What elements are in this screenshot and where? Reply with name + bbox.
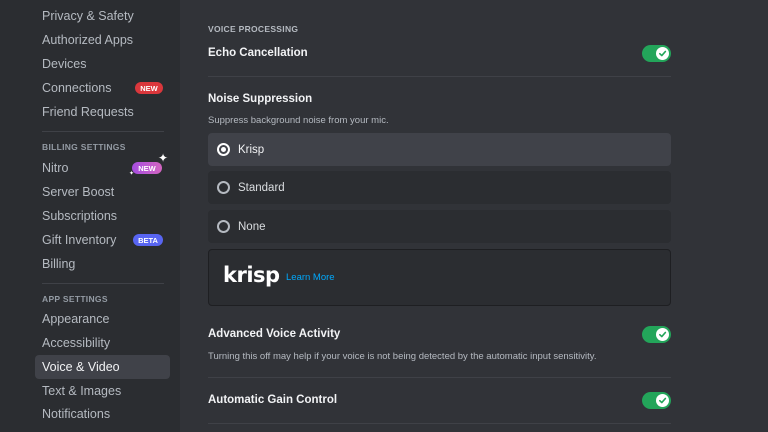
learn-more-link[interactable]: Learn More: [286, 272, 335, 283]
section-divider: [208, 423, 671, 424]
echo-cancellation-toggle[interactable]: [642, 45, 671, 62]
radio-unselected-icon: [217, 220, 230, 233]
check-icon: [656, 328, 669, 341]
radio-option-label: Standard: [238, 181, 285, 194]
sidebar-item-subscriptions[interactable]: Subscriptions: [35, 204, 170, 228]
radio-option-standard[interactable]: Standard: [208, 171, 671, 204]
section-divider: [208, 377, 671, 378]
section-divider: [208, 76, 671, 77]
voice-processing-header: VOICE PROCESSING: [208, 24, 299, 34]
settings-sidebar: Privacy & Safety Authorized Apps Devices…: [0, 0, 180, 432]
sidebar-item-devices[interactable]: Devices: [35, 52, 170, 76]
billing-settings-header: BILLING SETTINGS: [42, 142, 126, 152]
sidebar-item-authorized-apps[interactable]: Authorized Apps: [35, 28, 170, 52]
sidebar-item-voice-video[interactable]: Voice & Video: [35, 355, 170, 379]
sidebar-item-friend-requests[interactable]: Friend Requests: [35, 100, 170, 124]
radio-option-label: None: [238, 220, 266, 233]
automatic-gain-control-toggle[interactable]: [642, 392, 671, 409]
new-badge: NEW: [135, 82, 163, 94]
noise-suppression-description: Suppress background noise from your mic.: [208, 115, 389, 126]
krisp-logo: krisp: [223, 263, 280, 287]
sparkle-icon: ✦: [158, 151, 169, 165]
sparkle-icon: ✦: [129, 171, 135, 177]
krisp-info-box: krisp Learn More: [208, 249, 671, 306]
beta-badge: BETA: [133, 234, 163, 246]
check-icon: [656, 394, 669, 407]
radio-option-krisp[interactable]: Krisp: [208, 133, 671, 166]
sidebar-item-billing[interactable]: Billing: [35, 252, 170, 276]
echo-cancellation-label: Echo Cancellation: [208, 47, 308, 59]
sidebar-item-text-images[interactable]: Text & Images: [35, 379, 170, 403]
sidebar-divider: [42, 283, 164, 284]
automatic-gain-control-label: Automatic Gain Control: [208, 394, 338, 406]
radio-selected-icon: [217, 143, 230, 156]
app-settings-header: APP SETTINGS: [42, 294, 108, 304]
sidebar-item-appearance[interactable]: Appearance: [35, 307, 170, 331]
radio-option-none[interactable]: None: [208, 210, 671, 243]
sidebar-item-accessibility[interactable]: Accessibility: [35, 331, 170, 355]
radio-option-label: Krisp: [238, 143, 265, 156]
advanced-voice-activity-description: Turning this off may help if your voice …: [208, 351, 597, 362]
sidebar-divider: [42, 131, 164, 132]
radio-unselected-icon: [217, 181, 230, 194]
noise-suppression-label: Noise Suppression: [208, 93, 313, 105]
check-icon: [656, 47, 669, 60]
advanced-voice-activity-label: Advanced Voice Activity: [208, 328, 341, 340]
sidebar-item-server-boost[interactable]: Server Boost: [35, 180, 170, 204]
sidebar-item-notifications[interactable]: Notifications: [35, 402, 170, 426]
advanced-voice-activity-toggle[interactable]: [642, 326, 671, 343]
sidebar-item-privacy-safety[interactable]: Privacy & Safety: [35, 4, 170, 28]
